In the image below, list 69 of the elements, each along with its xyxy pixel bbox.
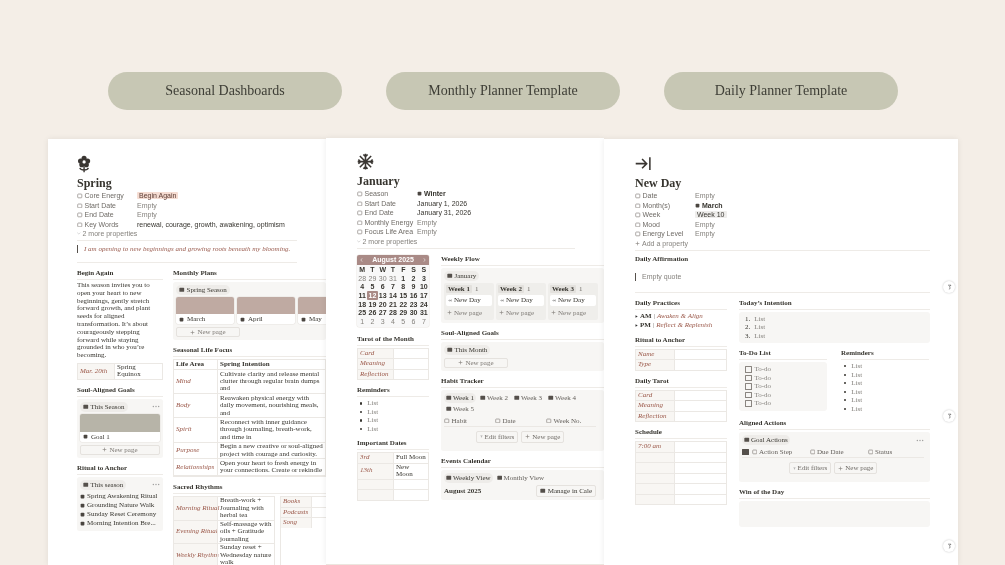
- squiggle-icon: [946, 284, 952, 290]
- table-icon: [514, 394, 520, 401]
- plus-icon: [525, 434, 531, 439]
- squiggle-icon: [946, 413, 952, 419]
- table-icon: [744, 437, 750, 443]
- table-icon: [447, 272, 453, 279]
- page-title: New Day: [635, 177, 683, 190]
- plus-icon: [499, 310, 504, 315]
- table-cell: [636, 452, 674, 462]
- bullet-icon: [360, 402, 363, 405]
- page-icon: [301, 316, 306, 322]
- table-icon: [548, 394, 554, 401]
- table-icon: [83, 482, 89, 488]
- checkbox[interactable]: [745, 400, 752, 407]
- more-icon: [152, 483, 160, 487]
- plus-icon: [190, 329, 196, 335]
- page-icon: [695, 202, 700, 208]
- page-title: Spring: [77, 177, 113, 190]
- table-icon: [447, 346, 453, 353]
- arrow-to-bar-icon: [500, 298, 504, 302]
- floating-button[interactable]: [943, 410, 955, 422]
- triangle-icon[interactable]: [635, 323, 638, 327]
- page-icon: [240, 316, 245, 322]
- table-icon: [179, 287, 185, 293]
- table-cell: [636, 484, 674, 494]
- checkbox[interactable]: [745, 383, 752, 390]
- floating-button[interactable]: [943, 540, 955, 552]
- table-cell: [636, 473, 674, 483]
- property-icon: [444, 417, 450, 424]
- property-icon: [867, 449, 873, 455]
- table-cell: [358, 479, 393, 490]
- checkbox[interactable]: [745, 374, 752, 381]
- more-icon: [916, 438, 924, 442]
- property-icon: [809, 449, 815, 455]
- plus-icon: [458, 360, 464, 365]
- table-cell: [636, 494, 674, 504]
- plus-icon: [551, 310, 556, 315]
- property-icon: [546, 417, 552, 424]
- plus-icon: [102, 447, 108, 453]
- table-icon: [540, 487, 546, 494]
- property-icon: [751, 449, 757, 455]
- title-pill: Monthly Planner Template: [386, 72, 620, 110]
- table-icon: [446, 474, 452, 481]
- arrow-to-bar-icon: [552, 298, 556, 302]
- table-icon: [83, 404, 89, 410]
- page-icon: [417, 191, 422, 197]
- triangle-icon[interactable]: [635, 314, 638, 318]
- floating-button[interactable]: [943, 281, 955, 293]
- property-icon: [495, 417, 501, 424]
- snowflake-icon: [357, 153, 374, 171]
- arrow-to-bar-icon: [635, 155, 652, 173]
- table-cell: [636, 463, 674, 473]
- title-pill: Seasonal Dashboards: [108, 72, 342, 110]
- checkbox[interactable]: [745, 391, 752, 398]
- table-icon: [496, 474, 503, 481]
- page-title: January: [357, 175, 401, 188]
- page-icon: [83, 434, 88, 440]
- plus-icon: [838, 465, 844, 471]
- checkbox[interactable]: [742, 448, 749, 456]
- bullet-icon: [360, 419, 363, 422]
- page-icon: [179, 316, 184, 322]
- arrow-to-bar-icon: [448, 298, 452, 302]
- checkbox[interactable]: [745, 366, 752, 373]
- title-pill: Daily Planner Template: [664, 72, 898, 110]
- plus-icon: [635, 240, 640, 246]
- table-cell: [358, 490, 393, 500]
- table-icon: [480, 394, 486, 401]
- plus-icon: [447, 310, 452, 315]
- squiggle-icon: [946, 543, 952, 549]
